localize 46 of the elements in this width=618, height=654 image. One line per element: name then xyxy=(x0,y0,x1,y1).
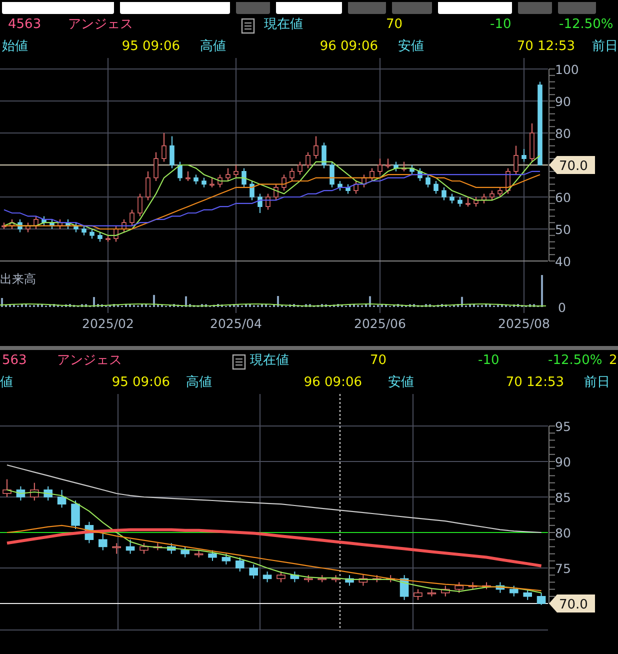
current-price: 70 xyxy=(370,353,387,369)
open-label: 値 xyxy=(0,375,13,391)
high-label: 高値 xyxy=(186,375,212,391)
price-tag: 70.0 xyxy=(549,594,595,612)
high-label: 高値 xyxy=(200,39,226,55)
change-percent: -12.50% xyxy=(548,353,602,369)
axis-label: 40 xyxy=(555,254,571,269)
open-label: 始値 xyxy=(2,39,28,55)
axis-label: 100 xyxy=(555,62,579,77)
previous-close-label: 前日 xyxy=(592,39,618,55)
price-change: -10 xyxy=(478,353,500,369)
stat-value: 96 09:06 xyxy=(320,39,378,55)
price-tag: 70.0 xyxy=(549,156,595,174)
stat-value: 70 12:53 xyxy=(506,375,564,391)
axis-label: 50 xyxy=(555,222,571,237)
date-label: 2025/04 xyxy=(210,316,262,331)
axis-label: 85 xyxy=(555,490,571,505)
previous-close-label: 前日 xyxy=(584,375,610,391)
axis-label: 80 xyxy=(555,126,571,141)
stock-name: アンジェス xyxy=(57,353,122,369)
change-percent: -12.50% xyxy=(559,17,614,33)
stat-value: 95 09:06 xyxy=(112,375,170,391)
axis-label: 95 xyxy=(555,419,571,434)
axis-label: 0 xyxy=(558,300,566,315)
date-label: 2025/08 xyxy=(498,316,550,331)
price-change: -10 xyxy=(490,17,512,33)
axis-label: 60 xyxy=(555,190,571,205)
date-label: 2025/06 xyxy=(354,316,406,331)
axis-label: 75 xyxy=(555,561,571,576)
current-price: 70 xyxy=(386,17,403,33)
price-label: 現在値 xyxy=(250,353,289,369)
stat-value: 95 09:06 xyxy=(122,39,180,55)
stock-code: 563 xyxy=(2,353,27,369)
stock-name: アンジェス xyxy=(68,17,133,33)
stat-value: 96 09:06 xyxy=(304,375,362,391)
truncated-value: 2 xyxy=(609,353,618,369)
axis-label: 90 xyxy=(555,454,571,470)
price-label: 現在値 xyxy=(264,17,303,33)
volume-label: 出来高 xyxy=(0,272,36,286)
low-label: 安値 xyxy=(398,39,424,55)
axis-label: 80 xyxy=(555,526,571,540)
axis-label: 90 xyxy=(555,94,571,109)
stock-code: 4563 xyxy=(8,17,42,33)
stat-value: 70 12:53 xyxy=(516,39,575,55)
date-label: 2025/02 xyxy=(82,316,134,331)
low-label: 安値 xyxy=(388,375,414,391)
